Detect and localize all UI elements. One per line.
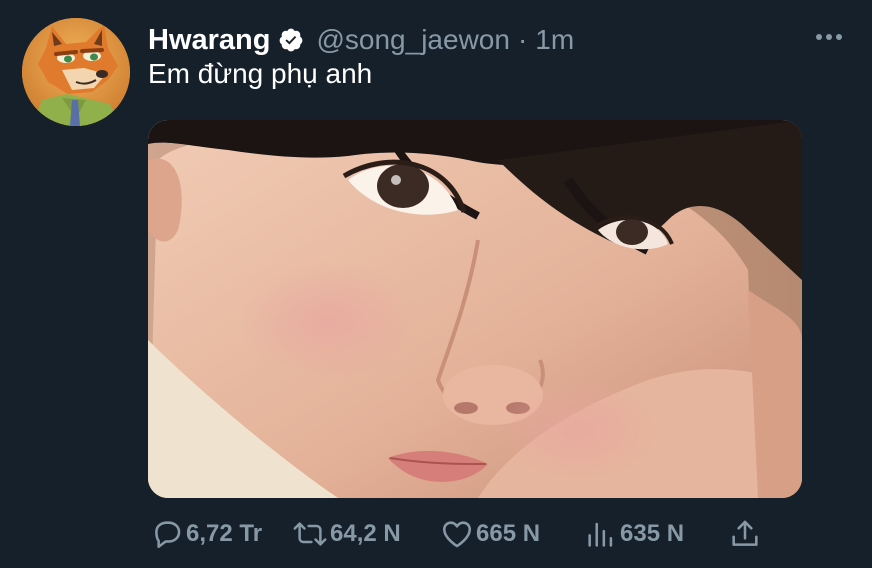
reply-count: 6,72 Tr: [186, 520, 263, 547]
tweet-card: Hwarang @song_jaewon · 1m Em đừng phụ an…: [0, 0, 872, 568]
tweet-text: Em đừng phụ anh: [148, 58, 373, 89]
user-handle[interactable]: @song_jaewon: [316, 24, 509, 56]
share-icon: [732, 520, 758, 546]
tweet-header: Hwarang @song_jaewon · 1m: [148, 22, 574, 58]
avatar[interactable]: [22, 18, 130, 126]
views-count: 635 N: [620, 520, 685, 547]
tweet-media-image[interactable]: [148, 120, 802, 498]
retweet-count: 64,2 N: [330, 520, 401, 547]
like-button[interactable]: 665 N: [440, 514, 540, 554]
heart-icon: [442, 521, 472, 548]
retweet-button[interactable]: 64,2 N: [292, 514, 401, 554]
analytics-icon: [588, 522, 613, 547]
share-button[interactable]: [728, 514, 762, 554]
verified-badge-icon: [278, 27, 304, 53]
separator-dot: ·: [517, 24, 528, 55]
reply-button[interactable]: 6,72 Tr: [150, 514, 262, 554]
more-options-icon[interactable]: [812, 24, 846, 50]
photo-portrait-icon: [148, 120, 802, 498]
like-count: 665 N: [476, 520, 541, 547]
retweet-icon: [293, 522, 327, 546]
reply-icon: [155, 521, 181, 549]
timestamp[interactable]: 1m: [535, 24, 574, 56]
views-button[interactable]: 635 N: [584, 514, 684, 554]
tweet-actions: 6,72 Tr 64,2 N 665 N 635 N: [150, 514, 770, 554]
display-name[interactable]: Hwarang: [148, 24, 270, 57]
fox-avatar-icon: [22, 18, 130, 126]
